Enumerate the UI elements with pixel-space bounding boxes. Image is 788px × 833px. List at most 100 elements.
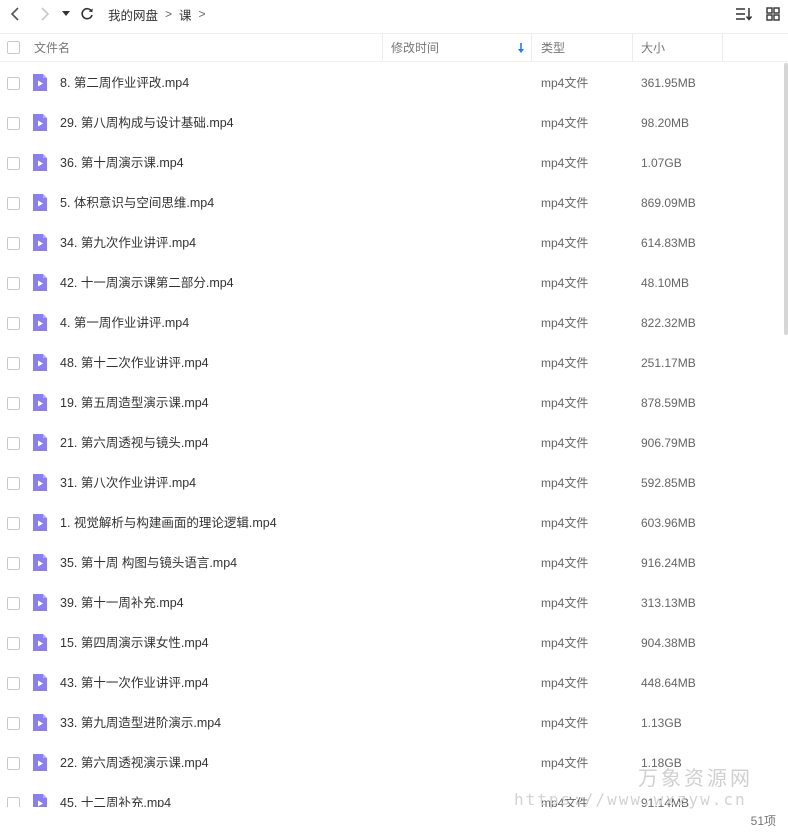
breadcrumb-item-root[interactable]: 我的网盘 — [108, 5, 158, 24]
video-file-icon — [33, 314, 47, 331]
row-checkbox[interactable] — [7, 397, 20, 410]
file-row[interactable]: 42. 十一周演示课第二部分.mp4 mp4文件 48.10MB — [0, 263, 788, 303]
file-size: 1.07GB — [641, 156, 682, 170]
video-file-icon — [33, 794, 47, 807]
row-checkbox[interactable] — [7, 77, 20, 90]
file-row[interactable]: 1. 视觉解析与构建画面的理论逻辑.mp4 mp4文件 603.96MB — [0, 503, 788, 543]
row-checkbox[interactable] — [7, 157, 20, 170]
view-toggle-button[interactable] — [762, 3, 784, 25]
file-name: 45. 十二周补充.mp4 — [60, 796, 172, 807]
column-header-modified[interactable]: 修改时间 — [391, 34, 439, 61]
file-size: 916.24MB — [641, 556, 696, 570]
video-file-icon — [33, 274, 47, 291]
row-checkbox[interactable] — [7, 757, 20, 770]
column-divider[interactable] — [722, 34, 723, 61]
back-button[interactable] — [4, 3, 26, 25]
breadcrumb: 我的网盘 > 课 > — [108, 5, 213, 24]
file-type: mp4文件 — [541, 276, 589, 290]
file-name: 15. 第四周演示课女性.mp4 — [60, 636, 209, 650]
view-controls — [732, 3, 784, 25]
file-size: 869.09MB — [641, 196, 696, 210]
file-size: 906.79MB — [641, 436, 696, 450]
vertical-scrollbar[interactable] — [784, 63, 788, 335]
column-divider[interactable] — [632, 34, 633, 61]
row-checkbox[interactable] — [7, 637, 20, 650]
chevron-left-icon — [10, 7, 19, 21]
file-size: 1.13GB — [641, 716, 682, 730]
row-checkbox[interactable] — [7, 517, 20, 530]
file-size: 313.13MB — [641, 596, 696, 610]
file-type: mp4文件 — [541, 676, 589, 690]
row-checkbox[interactable] — [7, 797, 20, 807]
row-checkbox[interactable] — [7, 597, 20, 610]
file-type: mp4文件 — [541, 596, 589, 610]
file-type: mp4文件 — [541, 356, 589, 370]
file-name: 5. 体积意识与空间思维.mp4 — [60, 196, 215, 210]
refresh-icon — [81, 7, 93, 20]
history-dropdown-button[interactable] — [60, 3, 72, 25]
video-file-icon — [33, 394, 47, 411]
row-checkbox[interactable] — [7, 277, 20, 290]
file-list: 8. 第二周作业评改.mp4 mp4文件 361.95MB 29. 第八周构成与设计基… — [0, 63, 788, 807]
file-type: mp4文件 — [541, 636, 589, 650]
file-row[interactable]: 21. 第六周透视与镜头.mp4 mp4文件 906.79MB — [0, 423, 788, 463]
file-row[interactable]: 33. 第九周造型进阶演示.mp4 mp4文件 1.13GB — [0, 703, 788, 743]
file-row[interactable]: 31. 第八次作业讲评.mp4 mp4文件 592.85MB — [0, 463, 788, 503]
file-size: 878.59MB — [641, 396, 696, 410]
chevron-right-icon — [41, 7, 50, 21]
forward-button[interactable] — [34, 3, 56, 25]
file-row[interactable]: 19. 第五周造型演示课.mp4 mp4文件 878.59MB — [0, 383, 788, 423]
file-name: 8. 第二周作业评改.mp4 — [60, 76, 190, 90]
file-type: mp4文件 — [541, 556, 589, 570]
row-checkbox[interactable] — [7, 717, 20, 730]
file-row[interactable]: 36. 第十周演示课.mp4 mp4文件 1.07GB — [0, 143, 788, 183]
watermark-title: 万象资源网 — [638, 766, 753, 790]
refresh-button[interactable] — [76, 3, 98, 25]
file-row[interactable]: 8. 第二周作业评改.mp4 mp4文件 361.95MB — [0, 63, 788, 103]
file-row[interactable]: 5. 体积意识与空间思维.mp4 mp4文件 869.09MB — [0, 183, 788, 223]
column-header-type[interactable]: 类型 — [541, 34, 565, 61]
sort-button[interactable] — [732, 3, 754, 25]
row-checkbox[interactable] — [7, 477, 20, 490]
file-type: mp4文件 — [541, 316, 589, 330]
column-divider[interactable] — [382, 34, 383, 61]
file-name: 36. 第十周演示课.mp4 — [60, 156, 184, 170]
file-row[interactable]: 34. 第九次作业讲评.mp4 mp4文件 614.83MB — [0, 223, 788, 263]
file-name: 19. 第五周造型演示课.mp4 — [60, 396, 209, 410]
row-checkbox[interactable] — [7, 357, 20, 370]
row-checkbox[interactable] — [7, 437, 20, 450]
video-file-icon — [33, 354, 47, 371]
file-row[interactable]: 29. 第八周构成与设计基础.mp4 mp4文件 98.20MB — [0, 103, 788, 143]
column-header-size[interactable]: 大小 — [641, 34, 665, 61]
row-checkbox[interactable] — [7, 677, 20, 690]
file-type: mp4文件 — [541, 756, 589, 770]
video-file-icon — [33, 474, 47, 491]
file-row[interactable]: 15. 第四周演示课女性.mp4 mp4文件 904.38MB — [0, 623, 788, 663]
row-checkbox[interactable] — [7, 117, 20, 130]
video-file-icon — [33, 154, 47, 171]
row-checkbox[interactable] — [7, 237, 20, 250]
file-size: 904.38MB — [641, 636, 696, 650]
row-checkbox[interactable] — [7, 557, 20, 570]
file-row[interactable]: 43. 第十一次作业讲评.mp4 mp4文件 448.64MB — [0, 663, 788, 703]
row-checkbox[interactable] — [7, 197, 20, 210]
item-count: 51项 — [750, 814, 776, 828]
video-file-icon — [33, 634, 47, 651]
column-header-name[interactable]: 文件名 — [34, 34, 70, 61]
row-checkbox[interactable] — [7, 317, 20, 330]
column-divider[interactable] — [531, 34, 532, 61]
file-size: 251.17MB — [641, 356, 696, 370]
file-type: mp4文件 — [541, 236, 589, 250]
breadcrumb-separator: > — [198, 7, 206, 21]
file-row[interactable]: 35. 第十周 构图与镜头语言.mp4 mp4文件 916.24MB — [0, 543, 788, 583]
file-size: 48.10MB — [641, 276, 690, 290]
file-row[interactable]: 4. 第一周作业讲评.mp4 mp4文件 822.32MB — [0, 303, 788, 343]
grid-view-icon — [766, 7, 780, 21]
file-size: 448.64MB — [641, 676, 696, 690]
select-all-checkbox[interactable] — [7, 41, 20, 54]
file-name: 39. 第十一周补充.mp4 — [60, 596, 184, 610]
file-type: mp4文件 — [541, 436, 589, 450]
file-row[interactable]: 39. 第十一周补充.mp4 mp4文件 313.13MB — [0, 583, 788, 623]
file-row[interactable]: 48. 第十二次作业讲评.mp4 mp4文件 251.17MB — [0, 343, 788, 383]
breadcrumb-item-current[interactable]: 课 — [179, 5, 192, 24]
